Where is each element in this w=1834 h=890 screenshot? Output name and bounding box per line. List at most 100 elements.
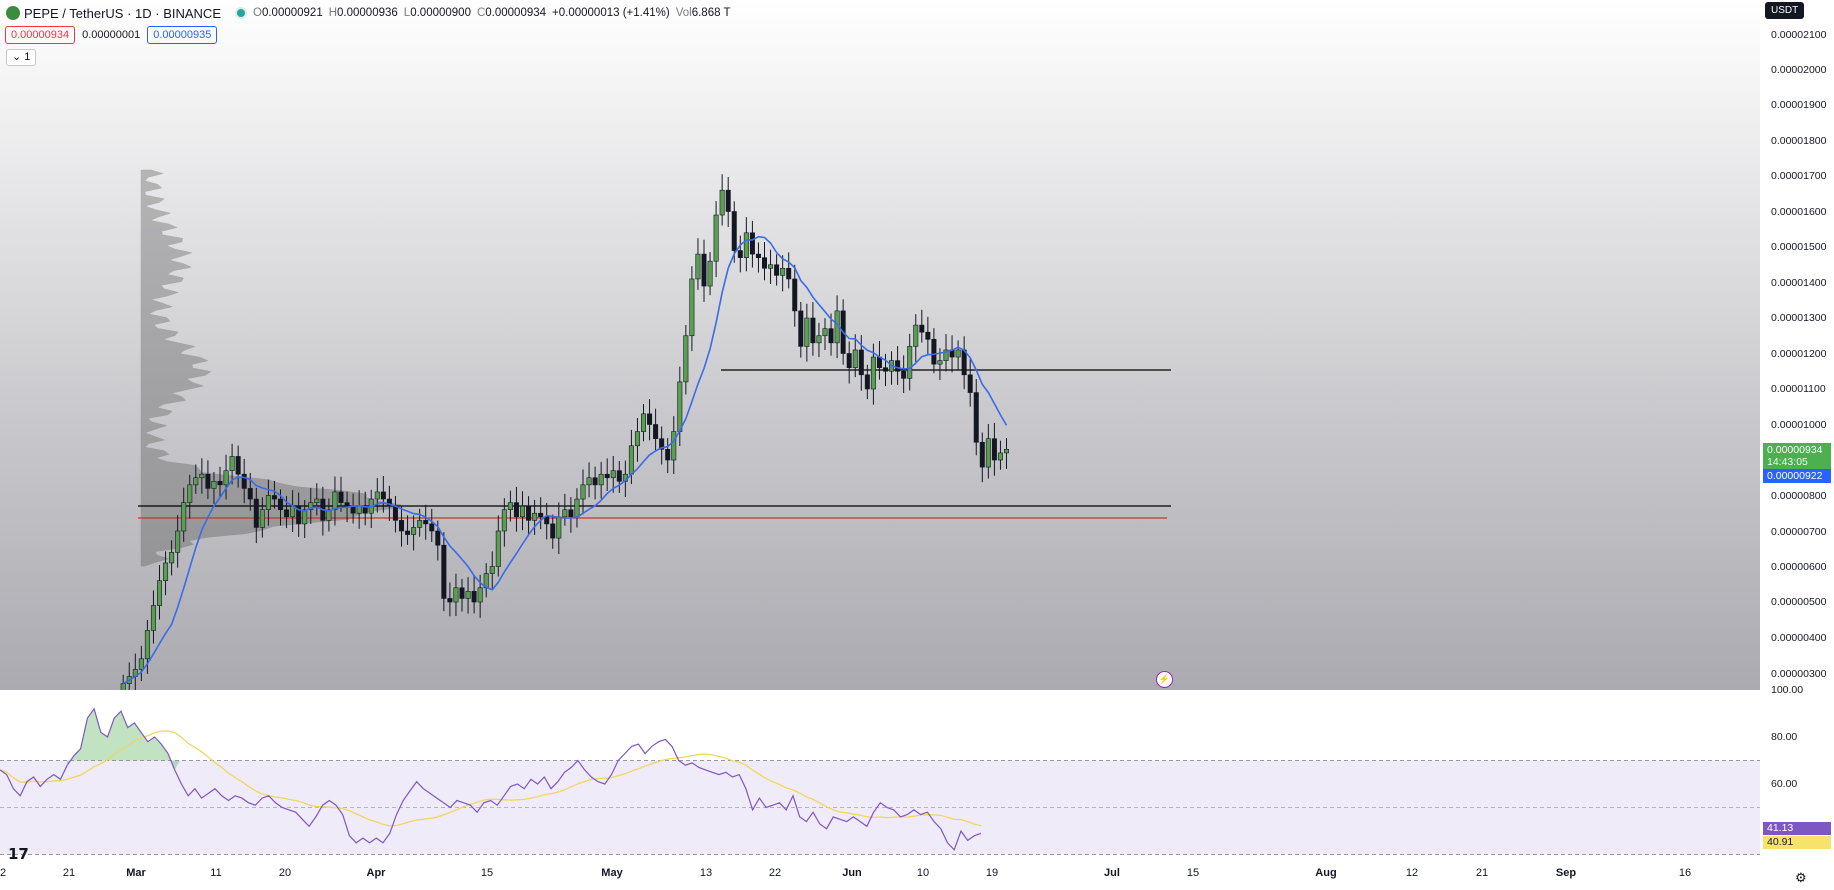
bull-candle — [187, 484, 193, 503]
bear-candle — [725, 189, 731, 212]
bull-candle — [677, 381, 683, 432]
bear-candle — [447, 598, 453, 603]
bear-candle — [616, 470, 622, 482]
price-label: 0.00000500 — [1771, 596, 1827, 608]
symbol-legend: PEPE / TetherUS · 1D · BINANCE O0.000009… — [6, 4, 737, 22]
bull-candle — [519, 505, 525, 518]
bear-candle — [828, 328, 834, 344]
currency-button[interactable]: USDT — [1765, 2, 1805, 19]
price-label: 0.00001700 — [1771, 170, 1827, 182]
spread-value: 0.00000001 — [82, 29, 141, 41]
bull-candle — [852, 349, 858, 369]
tradingview-logo-icon[interactable]: 17 — [8, 845, 29, 863]
price-label: 0.00002000 — [1771, 64, 1827, 76]
bear-candle — [798, 310, 804, 347]
bull-candle — [768, 264, 774, 269]
time-label: 13 — [699, 867, 713, 879]
bull-candle — [302, 509, 308, 525]
bear-candle — [895, 360, 901, 372]
price-label: 0.00001600 — [1771, 206, 1827, 218]
bull-candle — [169, 551, 175, 564]
time-label: Jul — [1104, 867, 1120, 879]
bear-candle — [405, 530, 411, 535]
bull-candle — [175, 530, 181, 553]
bear-candle — [701, 253, 707, 287]
bear-candle — [423, 520, 429, 525]
bull-candle — [913, 324, 919, 347]
price-label: 0.00000800 — [1771, 490, 1827, 502]
bull-candle — [144, 630, 150, 660]
bull-candle — [489, 566, 495, 574]
time-label: 10 — [916, 867, 930, 879]
bull-candle — [562, 509, 568, 518]
bull-candle — [138, 658, 144, 670]
bull-candle — [211, 480, 217, 489]
bull-candle — [199, 473, 205, 479]
main-chart-pane[interactable] — [0, 0, 1760, 690]
rsi-scale-label: 80.00 — [1771, 731, 1798, 743]
bear-candle — [441, 544, 447, 599]
indicators-collapse-button[interactable]: ⌄ 1 — [6, 49, 37, 66]
bull-candle — [683, 335, 689, 383]
bull-candle — [628, 445, 634, 475]
rsi-pane[interactable] — [0, 690, 1760, 860]
candlestick-chart[interactable] — [0, 0, 1760, 690]
time-label: 20 — [278, 867, 292, 879]
time-label: Aug — [1315, 867, 1337, 879]
flash-icon[interactable]: ⚡ — [1156, 671, 1173, 688]
price-label: 0.00001100 — [1771, 383, 1826, 395]
bear-candle — [665, 449, 671, 461]
ohlc-close: C0.00000934 — [476, 7, 547, 19]
bull-candle — [265, 495, 271, 510]
bear-candle — [786, 267, 792, 280]
bear-candle — [858, 349, 864, 376]
bull-candle — [780, 267, 786, 276]
bear-candle — [979, 441, 985, 468]
settings-gear-icon[interactable]: ⚙ — [1795, 870, 1807, 886]
bull-candle — [453, 587, 459, 603]
ohlc-low: L0.00000900 — [403, 7, 471, 19]
bull-candle — [955, 349, 961, 358]
rsi-chart[interactable] — [0, 690, 1760, 860]
bull-candle — [532, 512, 538, 521]
bear-candle — [931, 338, 937, 365]
bull-candle — [640, 413, 646, 432]
bear-candle — [810, 317, 816, 344]
sell-button[interactable]: 0.00000934 — [5, 26, 76, 44]
bull-candle — [495, 530, 501, 567]
bull-candle — [465, 591, 471, 599]
bear-candle — [774, 264, 780, 276]
price-label: 0.00000600 — [1771, 561, 1827, 573]
bear-candle — [604, 473, 610, 479]
buy-button[interactable]: 0.00000935 — [147, 26, 218, 44]
bear-candle — [429, 523, 435, 532]
bull-candle — [985, 438, 991, 468]
bear-candle — [792, 278, 798, 312]
bear-candle — [338, 491, 344, 503]
rsi-ma-value-badge: 40.91 — [1763, 836, 1831, 849]
symbol-title[interactable]: PEPE / TetherUS · 1D · BINANCE — [24, 6, 221, 21]
time-label: 15 — [480, 867, 494, 879]
bear-candle — [247, 488, 253, 500]
rsi-scale-label: 60.00 — [1771, 778, 1798, 790]
trade-buttons: 0.00000934 0.00000001 0.00000935 — [5, 26, 218, 44]
time-label: 11 — [210, 867, 222, 879]
bull-candle — [223, 470, 229, 486]
bear-candle — [344, 502, 350, 507]
bear-candle — [967, 374, 973, 393]
bull-candle — [822, 328, 828, 337]
bull-candle — [150, 605, 156, 631]
time-label: 12 — [1405, 867, 1419, 879]
bull-candle — [743, 232, 749, 258]
bear-candle — [901, 370, 907, 379]
bull-candle — [713, 214, 719, 262]
time-label: Apr — [366, 867, 386, 879]
bull-candle — [937, 360, 943, 365]
rsi-value-badge: 41.13 — [1763, 822, 1831, 835]
time-label: 19 — [985, 867, 999, 879]
bull-candle — [598, 473, 604, 486]
bull-candle — [671, 431, 677, 461]
bear-candle — [380, 491, 386, 500]
chevron-down-icon: ⌄ — [12, 51, 22, 63]
bull-candle — [332, 491, 338, 511]
